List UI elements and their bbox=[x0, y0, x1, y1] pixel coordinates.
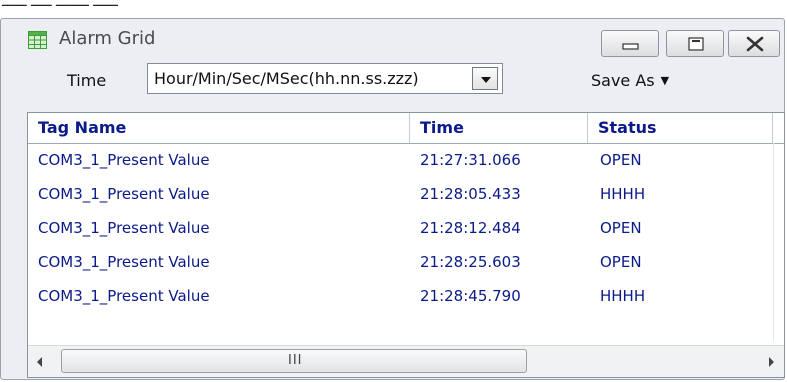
time-format-select[interactable]: Hour/Min/Sec/MSec(hh.nn.ss.zzz) bbox=[147, 63, 503, 94]
scrollbar-thumb[interactable]: III bbox=[61, 349, 527, 373]
cell-time: 21:28:25.603 bbox=[420, 253, 521, 271]
window-title: Alarm Grid bbox=[59, 28, 156, 49]
cell-tag-name: COM3_1_Present Value bbox=[38, 287, 210, 305]
cell-status: HHHH bbox=[600, 287, 646, 305]
cell-time: 21:27:31.066 bbox=[420, 151, 521, 169]
cell-tag-name: COM3_1_Present Value bbox=[38, 185, 210, 203]
save-as-label: Save As bbox=[591, 71, 655, 90]
column-header-status[interactable]: Status bbox=[588, 113, 773, 143]
chevron-down-icon bbox=[481, 77, 491, 83]
minimize-icon bbox=[622, 43, 639, 50]
column-header-tag-name[interactable]: Tag Name bbox=[28, 113, 410, 143]
table-header: Tag Name Time Status bbox=[28, 113, 784, 144]
cell-time: 21:28:45.790 bbox=[420, 287, 521, 305]
table-row[interactable]: COM3_1_Present Value 21:28:25.603 OPEN bbox=[28, 245, 784, 279]
top-cropped-text: ــــــ ــــــــ ـــــ ــــــ bbox=[0, 0, 787, 18]
table-row[interactable]: COM3_1_Present Value 21:28:45.790 HHHH bbox=[28, 279, 784, 313]
time-format-value: Hour/Min/Sec/MSec(hh.nn.ss.zzz) bbox=[154, 69, 419, 88]
cell-status: OPEN bbox=[600, 219, 642, 237]
cell-status: OPEN bbox=[600, 253, 642, 271]
cell-status: OPEN bbox=[600, 151, 642, 169]
cell-status: HHHH bbox=[600, 185, 646, 203]
cell-tag-name: COM3_1_Present Value bbox=[38, 151, 210, 169]
arrow-left-icon[interactable] bbox=[32, 353, 48, 371]
close-button[interactable] bbox=[728, 30, 780, 57]
toolbar: Time Hour/Min/Sec/MSec(hh.nn.ss.zzz) Sav… bbox=[1, 59, 784, 99]
maximize-icon bbox=[688, 37, 704, 51]
table-row[interactable]: COM3_1_Present Value 21:27:31.066 OPEN bbox=[28, 143, 784, 177]
maximize-button[interactable] bbox=[666, 30, 724, 57]
time-format-dropdown-button[interactable] bbox=[472, 67, 498, 90]
column-header-time[interactable]: Time bbox=[410, 113, 588, 143]
caret-down-icon: ▼ bbox=[660, 74, 670, 87]
save-as-button[interactable]: Save As ▼ bbox=[591, 71, 669, 90]
time-label: Time bbox=[67, 71, 107, 90]
table-row[interactable]: COM3_1_Present Value 21:28:12.484 OPEN bbox=[28, 211, 784, 245]
cell-time: 21:28:05.433 bbox=[420, 185, 521, 203]
cell-tag-name: COM3_1_Present Value bbox=[38, 219, 210, 237]
grid-icon bbox=[28, 31, 47, 49]
alarm-grid-table: Tag Name Time Status COM3_1_Present Valu… bbox=[27, 112, 785, 378]
horizontal-scrollbar[interactable]: III bbox=[28, 345, 784, 377]
table-row[interactable]: COM3_1_Present Value 21:28:05.433 HHHH bbox=[28, 177, 784, 211]
close-icon bbox=[746, 36, 764, 52]
arrow-right-icon[interactable] bbox=[763, 353, 779, 371]
cell-time: 21:28:12.484 bbox=[420, 219, 521, 237]
grip-icon: III bbox=[288, 353, 303, 368]
title-bar: Alarm Grid bbox=[1, 19, 784, 59]
column-header-filler bbox=[773, 113, 784, 143]
cell-tag-name: COM3_1_Present Value bbox=[38, 253, 210, 271]
minimize-button[interactable] bbox=[601, 30, 659, 57]
